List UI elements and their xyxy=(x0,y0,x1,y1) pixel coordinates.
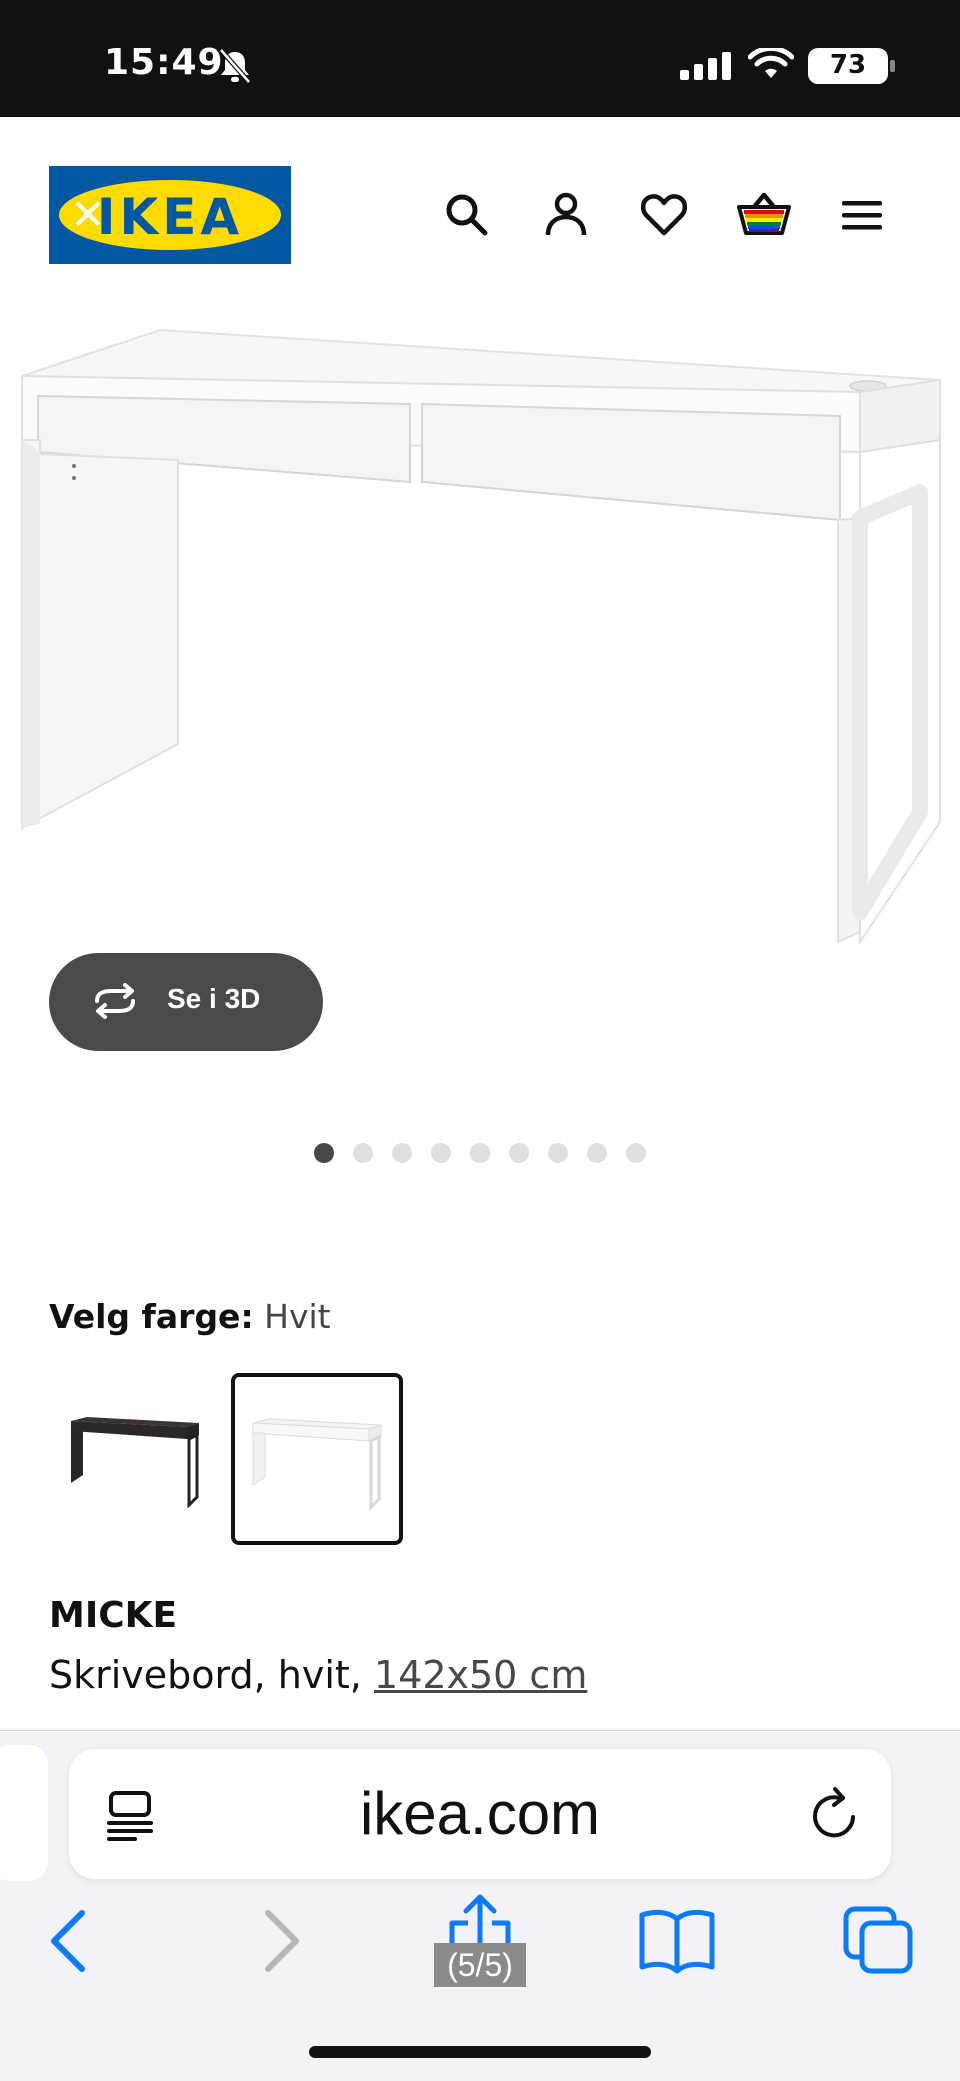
carousel-dot[interactable] xyxy=(314,1143,334,1163)
menu-icon[interactable] xyxy=(836,189,888,241)
carousel-dot[interactable] xyxy=(392,1143,412,1163)
carousel-dot[interactable] xyxy=(470,1143,490,1163)
reload-icon[interactable] xyxy=(809,1785,861,1847)
carousel-dot[interactable] xyxy=(353,1143,373,1163)
view-in-3d-label: Se i 3D xyxy=(167,983,261,1014)
carousel-dot[interactable] xyxy=(626,1143,646,1163)
product-description: Skrivebord, hvit, 142x50 cm xyxy=(49,1653,587,1697)
home-indicator xyxy=(309,2046,651,2058)
address-bar[interactable]: ikea.com xyxy=(69,1749,891,1879)
previous-tab-card[interactable] xyxy=(0,1745,48,1881)
product-image[interactable] xyxy=(0,312,960,962)
carousel-dot[interactable] xyxy=(509,1143,529,1163)
carousel-dot[interactable] xyxy=(587,1143,607,1163)
url-text: ikea.com xyxy=(359,1780,601,1847)
color-label: Velg farge: xyxy=(49,1297,254,1336)
bookmarks-icon[interactable] xyxy=(638,1905,716,1979)
ikea-logo[interactable]: IKEA ✕ xyxy=(49,166,291,264)
basket-icon[interactable] xyxy=(736,189,791,241)
color-swatch-white[interactable] xyxy=(231,1373,403,1545)
view-in-3d-button[interactable]: Se i 3D xyxy=(49,953,323,1051)
status-bar: 15:49 73 xyxy=(0,0,960,117)
battery-icon: 73 xyxy=(808,48,896,84)
wifi-icon xyxy=(747,45,795,86)
forward-icon[interactable] xyxy=(256,1905,304,1979)
product-name: MICKE xyxy=(49,1595,178,1636)
search-icon[interactable] xyxy=(441,189,493,241)
bell-slash-icon xyxy=(218,48,252,88)
carousel-dot[interactable] xyxy=(431,1143,451,1163)
battery-level: 73 xyxy=(829,50,867,80)
heart-icon[interactable] xyxy=(638,189,690,241)
site-header: IKEA ✕ xyxy=(0,117,960,312)
color-swatch-black-brown[interactable] xyxy=(49,1373,221,1545)
selected-color: Hvit xyxy=(264,1297,331,1336)
tabs-icon[interactable] xyxy=(842,1905,914,1979)
product-size-link[interactable]: 142x50 cm xyxy=(374,1653,587,1697)
carousel-dots xyxy=(0,1143,960,1167)
cellular-signal-icon xyxy=(680,52,736,84)
back-icon[interactable] xyxy=(46,1905,94,1979)
color-selector-title: Velg farge: Hvit xyxy=(49,1297,331,1336)
carousel-dot[interactable] xyxy=(548,1143,568,1163)
account-icon[interactable] xyxy=(540,189,592,241)
product-description-text: Skrivebord, hvit, xyxy=(49,1653,362,1697)
status-time: 15:49 xyxy=(104,42,224,83)
close-icon: ✕ xyxy=(70,190,106,239)
page-counter: (5/5) xyxy=(434,1943,526,1987)
rotate-3d-icon xyxy=(89,983,141,1022)
